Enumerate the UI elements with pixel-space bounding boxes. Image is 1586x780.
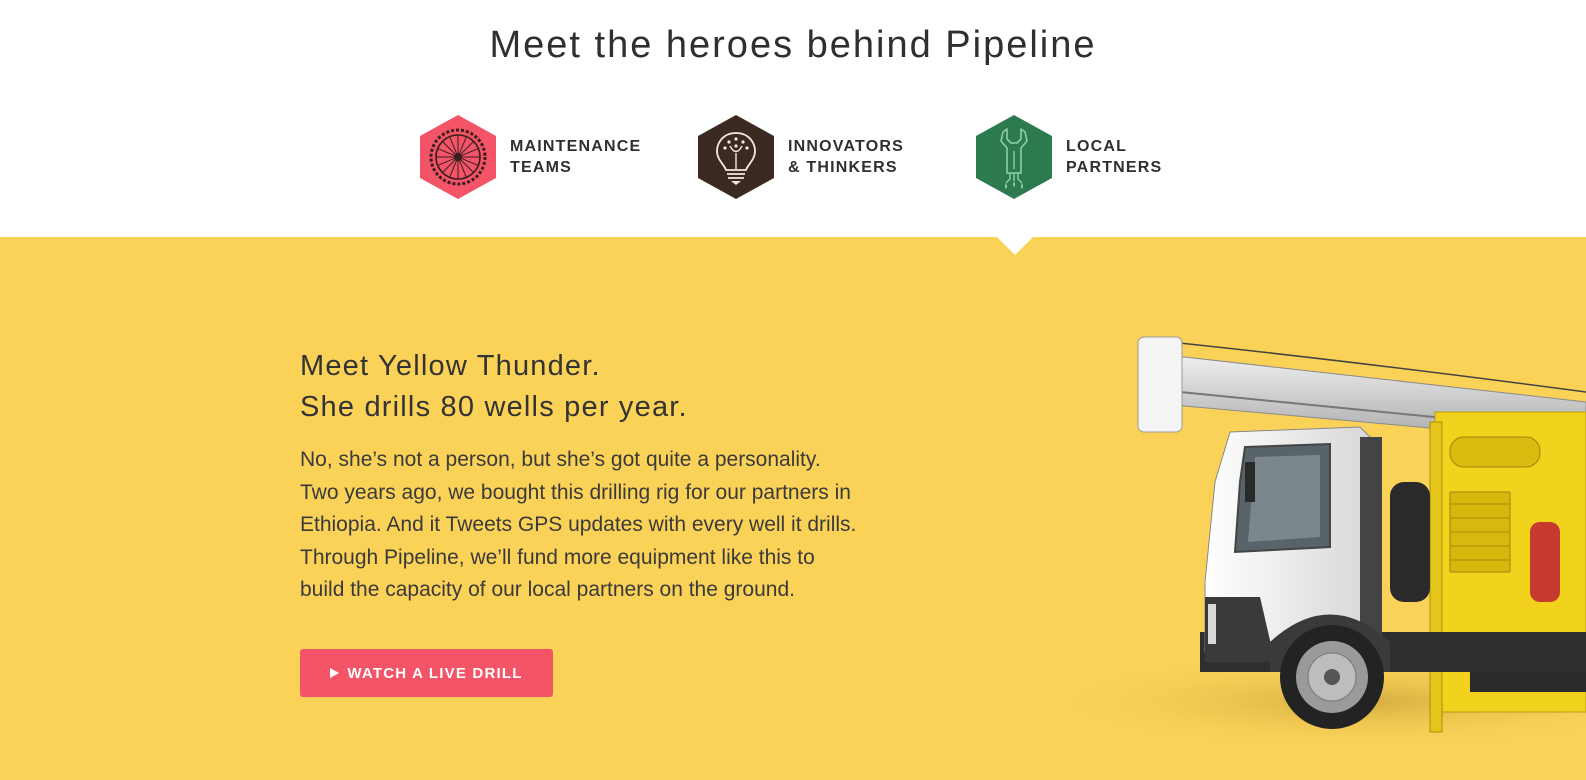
watch-live-drill-label: WATCH A LIVE DRILL (347, 664, 523, 682)
bicycle-wheel-icon (420, 115, 496, 199)
page-title: Meet the heroes behind Pipeline (489, 24, 1097, 66)
description-line: Through Pipeline, we’ll fund more equipm… (300, 545, 815, 569)
tab-label-line2: PARTNERS (1066, 159, 1163, 176)
heroes-section: Meet the heroes behind Pipeline MAINTENA… (0, 0, 1586, 237)
tab-label: LOCAL PARTNERS (1066, 136, 1162, 178)
description-line: Ethiopia. And it Tweets GPS updates with… (300, 513, 857, 536)
watch-live-drill-button[interactable]: WATCH A LIVE DRILL (300, 649, 553, 697)
active-tab-pointer (997, 237, 1033, 255)
description-line: Two years ago, we bought this drilling r… (300, 480, 851, 504)
tab-maintenance-teams[interactable]: MAINTENANCE TEAMS (420, 114, 641, 200)
drilling-truck-illustration (1030, 336, 1586, 752)
tab-label-line1: LOCAL (1066, 138, 1128, 155)
tab-local-partners[interactable]: LOCAL PARTNERS (976, 114, 1162, 200)
tab-label: MAINTENANCE TEAMS (510, 136, 641, 178)
tab-label: INNOVATORS & THINKERS (788, 136, 904, 178)
tab-label-line1: MAINTENANCE (510, 138, 642, 155)
tab-label-line2: TEAMS (510, 159, 572, 176)
description-line: build the capacity of our local partners… (300, 578, 795, 601)
description-line: No, she’s not a person, but she’s got qu… (300, 448, 821, 471)
tab-innovators-thinkers[interactable]: INNOVATORS & THINKERS (698, 114, 904, 200)
feature-title-line1: Meet Yellow Thunder. (300, 350, 601, 382)
feature-panel: Meet Yellow Thunder. She drills 80 wells… (0, 237, 1586, 780)
lightbulb-icon (698, 115, 774, 199)
feature-title: Meet Yellow Thunder. She drills 80 wells… (300, 346, 688, 428)
tab-label-line1: INNOVATORS (788, 138, 905, 155)
feature-title-line2: She drills 80 wells per year. (300, 391, 688, 423)
wrench-icon (976, 115, 1052, 199)
play-icon (330, 668, 340, 678)
feature-description: No, she’s not a person, but she’s got qu… (300, 444, 960, 607)
tab-label-line2: & THINKERS (788, 159, 898, 176)
